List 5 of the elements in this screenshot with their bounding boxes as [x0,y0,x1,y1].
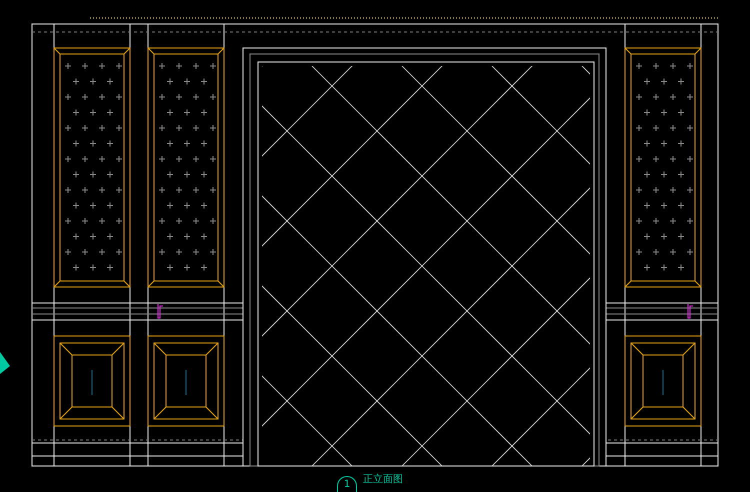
drawing-title: 正立面图 [363,474,403,486]
section-mark-icon [688,304,694,318]
arrow-marker-icon [0,352,10,374]
detail-number-bubble: 1 [337,476,357,492]
section-mark-icon [158,304,164,318]
